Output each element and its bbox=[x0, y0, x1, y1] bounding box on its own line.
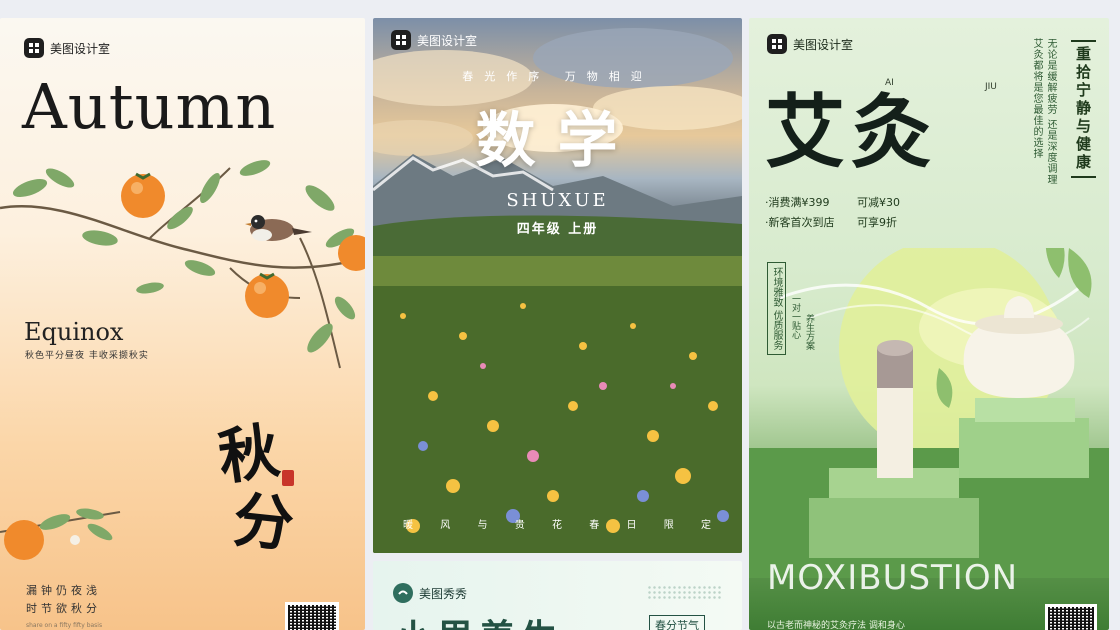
bottom-phrase: 暖 风 与 贵 花 春 日 限 定 bbox=[403, 516, 712, 531]
poster-subtitle: Equinox bbox=[24, 318, 124, 346]
offer-condition: ·新客首次到店 bbox=[765, 216, 835, 229]
small-persimmon-illustration bbox=[0, 508, 121, 560]
dot-pattern bbox=[647, 585, 723, 599]
poster-tag: 春分节气 bbox=[649, 615, 705, 630]
brand-label: 美图设计室 bbox=[24, 38, 110, 58]
template-card-xiuxiu[interactable]: 美图秀秀 小里养生 春分节气 bbox=[373, 561, 742, 630]
offer-benefit: 可减¥30 bbox=[857, 196, 900, 209]
bottom-char: 花 bbox=[552, 520, 563, 531]
poster-title: 小里养生 bbox=[395, 609, 563, 630]
brand-name: 美图设计室 bbox=[417, 33, 478, 48]
pinyin-jiu-label: JIU bbox=[985, 82, 997, 92]
poem-line-2: 时节欲秋分 bbox=[26, 602, 101, 615]
bottom-char: 定 bbox=[701, 520, 712, 531]
brand-name: 美图秀秀 bbox=[419, 586, 468, 601]
side-label: 一对一贴心 bbox=[790, 294, 800, 339]
bottom-char: 与 bbox=[477, 520, 489, 531]
poster-title: Autumn bbox=[22, 70, 277, 143]
poster-title: 数学 bbox=[475, 106, 640, 176]
bottom-char: 春 bbox=[589, 520, 601, 531]
poster-footer: 以古老而神秘的艾灸疗法 调和身心 bbox=[767, 621, 905, 630]
flower-meadow bbox=[373, 256, 742, 553]
poster-subtitle-cn: 秋色平分昼夜 丰收采撷秋实 bbox=[25, 351, 149, 361]
meitu-logo-icon bbox=[767, 34, 787, 54]
vertical-headline: 重拾宁静与健康 bbox=[1071, 40, 1096, 178]
brand-name: 美图设计室 bbox=[50, 41, 111, 56]
poster-english-title: MOXIBUSTION bbox=[767, 558, 1019, 598]
vertical-description: 无论是缓解疲劳 还是深度调理 艾灸都将是您最佳的选择 bbox=[1031, 38, 1056, 186]
template-card-autumn[interactable]: 美图设计室 Autumn Equinox 秋色平分昼夜 丰收采撷秋实 秋 分 漏… bbox=[0, 18, 365, 630]
pinyin-ai-label: AI bbox=[885, 78, 894, 88]
offer-benefit: 可享9折 bbox=[857, 216, 897, 229]
offer-list: ·消费满¥399 可减¥30 ·新客首次到店 可享9折 bbox=[765, 193, 949, 233]
qr-code bbox=[1045, 604, 1097, 630]
tiny-caption: share on a fifty fifty basis bbox=[26, 622, 103, 629]
poster-title: 艾灸 bbox=[765, 85, 937, 179]
bottom-char: 日 bbox=[626, 520, 638, 531]
meitu-logo-icon bbox=[24, 38, 44, 58]
side-label: 环境雅致 优质服务 bbox=[767, 262, 786, 356]
side-label: 养生方案 bbox=[804, 314, 814, 350]
bottom-char: 暖 bbox=[403, 520, 414, 531]
bottom-char: 限 bbox=[663, 520, 675, 531]
moxibustion-illustration bbox=[749, 248, 1109, 578]
template-card-moxibustion[interactable]: 美图设计室 艾灸 AI JIU 无论是缓解疲劳 还是深度调理 艾灸都将是您最佳的… bbox=[749, 18, 1109, 630]
template-card-math[interactable]: 美图设计室 春光作序 万物相迎 数学 SHUXUE 四年级 上册 暖 风 与 贵… bbox=[373, 18, 742, 553]
poem-text: 漏钟仍夜浅 时节欲秋分 bbox=[26, 582, 101, 618]
poster-pinyin: SHUXUE bbox=[506, 190, 609, 211]
red-seal-stamp bbox=[282, 470, 294, 486]
offer-row: ·新客首次到店 可享9折 bbox=[765, 213, 949, 233]
offer-condition: ·消费满¥399 bbox=[765, 196, 830, 209]
brand-label: 美图设计室 bbox=[767, 34, 853, 54]
poster-grade: 四年级 上册 bbox=[516, 222, 599, 237]
meitu-logo-icon bbox=[391, 30, 411, 50]
brand-label: 美图秀秀 bbox=[393, 583, 467, 603]
bottom-char: 风 bbox=[440, 520, 452, 531]
bottom-char: 贵 bbox=[514, 520, 526, 531]
meitu-xiuxiu-logo-icon bbox=[393, 583, 413, 603]
brand-name: 美图设计室 bbox=[793, 37, 854, 52]
qr-code bbox=[285, 602, 339, 630]
offer-row: ·消费满¥399 可减¥30 bbox=[765, 193, 949, 213]
poem-line-1: 漏钟仍夜浅 bbox=[26, 584, 101, 597]
brand-label: 美图设计室 bbox=[391, 30, 477, 50]
poster-slogan: 春光作序 万物相迎 bbox=[462, 70, 653, 83]
